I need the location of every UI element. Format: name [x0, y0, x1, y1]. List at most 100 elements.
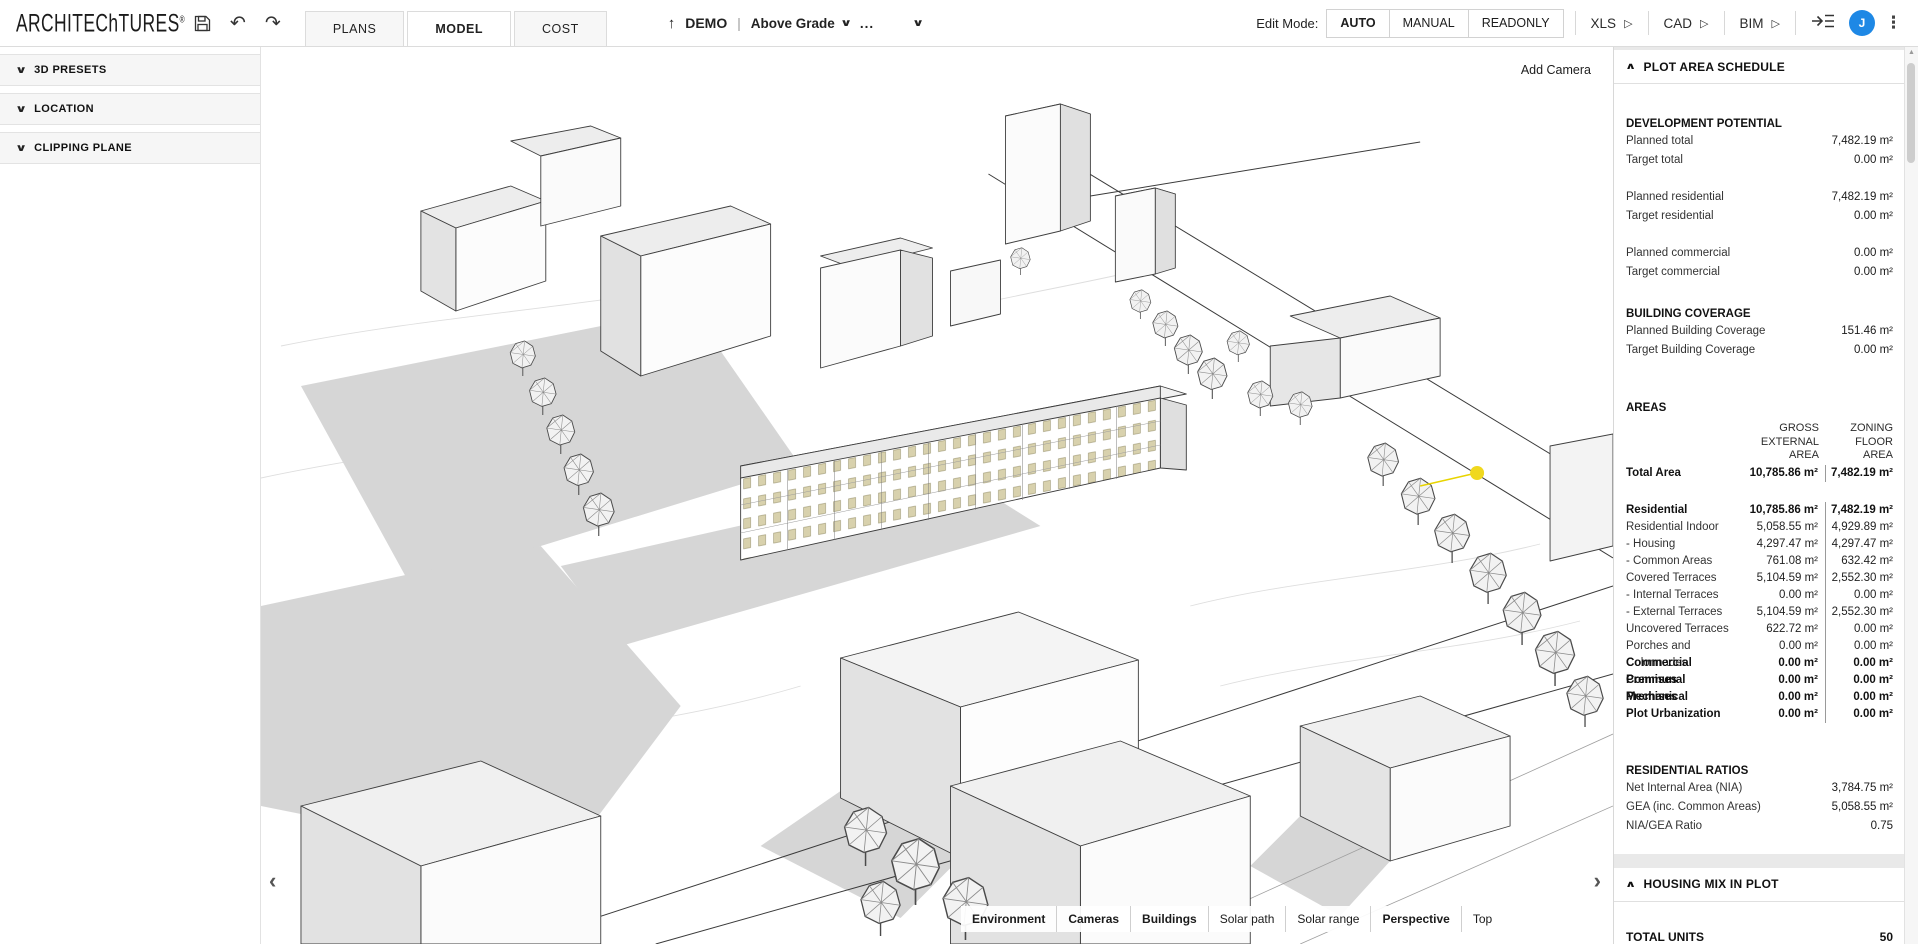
- chevron-down-icon: ∨: [15, 104, 27, 115]
- tab-plans[interactable]: PLANS: [305, 11, 405, 46]
- sidebar-item-clipping-plane[interactable]: ∨ CLIPPING PLANE: [0, 132, 260, 164]
- total-units-value: 50: [1880, 928, 1893, 944]
- project-ellipsis[interactable]: ...: [860, 16, 874, 31]
- areas-row: Covered Terraces 5,104.59 m² 2,552.30 m²: [1626, 570, 1893, 587]
- edit-mode-label: Edit Mode:: [1256, 16, 1318, 31]
- tab-top[interactable]: Top: [1461, 906, 1503, 932]
- tab-cost[interactable]: COST: [514, 11, 607, 46]
- tab-buildings[interactable]: Buildings: [1130, 906, 1208, 932]
- stat-value: 151.46 m²: [1841, 322, 1893, 341]
- add-camera-button[interactable]: Add Camera: [1521, 63, 1591, 77]
- area-gross: 5,058.55 m²: [1734, 519, 1818, 536]
- redo-icon[interactable]: ↷: [265, 14, 281, 33]
- app-logo: ARCHITEChTURES®: [16, 10, 184, 37]
- export-xls-button[interactable]: XLS ▷: [1587, 16, 1637, 31]
- chevron-down-icon: ∨: [15, 65, 27, 76]
- model-viewport[interactable]: Add Camera ‹ › Environment Cameras Build…: [260, 46, 1613, 944]
- stat-value: 3,784.75 m²: [1832, 779, 1893, 798]
- area-zoning: 4,929.89 m²: [1825, 519, 1893, 536]
- export-bim-label: BIM: [1740, 16, 1764, 31]
- canvas-prev-chevron[interactable]: ‹: [269, 870, 276, 892]
- tab-perspective[interactable]: Perspective: [1370, 906, 1460, 932]
- area-gross: 5,104.59 m²: [1734, 604, 1818, 621]
- tab-environment[interactable]: Environment: [961, 906, 1056, 932]
- section-title: DEVELOPMENT POTENTIAL: [1626, 116, 1893, 132]
- chevron-down-icon: ∨: [840, 18, 852, 29]
- area-gross: 0.00 m²: [1734, 655, 1818, 672]
- canvas-next-chevron[interactable]: ›: [1594, 870, 1601, 892]
- tab-solar-path[interactable]: Solar path: [1208, 906, 1286, 932]
- project-separator: |: [737, 16, 741, 31]
- undo-icon[interactable]: ↶: [230, 14, 246, 33]
- scroll-up-icon[interactable]: ▲: [1905, 49, 1918, 56]
- areas-table-header: GROSS EXTERNAL AREA ZONING FLOOR AREA: [1626, 422, 1893, 463]
- panel-title: HOUSING MIX IN PLOT: [1644, 877, 1779, 891]
- edit-mode-switch: AUTO MANUAL READONLY: [1327, 9, 1563, 38]
- edit-mode-readonly[interactable]: READONLY: [1468, 9, 1564, 38]
- export-cad-button[interactable]: CAD ▷: [1660, 16, 1713, 31]
- area-gross: 0.00 m²: [1734, 638, 1818, 655]
- panel-scrollbar[interactable]: ▲: [1904, 46, 1918, 944]
- chevron-down-icon[interactable]: ∨: [912, 18, 924, 29]
- area-zoning: 632.42 m²: [1825, 553, 1893, 570]
- top-bar-right: Edit Mode: AUTO MANUAL READONLY XLS ▷ CA…: [1256, 9, 1906, 38]
- section-title: AREAS: [1626, 400, 1893, 416]
- area-zoning: 0.00 m²: [1825, 706, 1893, 723]
- plot-area-panel: ∧ PLOT AREA SCHEDULE DEVELOPMENT POTENTI…: [1613, 46, 1905, 944]
- project-cluster: ↑ DEMO | Above Grade ∨ ... ∨: [668, 15, 923, 32]
- stat-row: Net Internal Area (NIA) 3,784.75 m²: [1626, 779, 1893, 798]
- save-icon[interactable]: [194, 15, 211, 32]
- stat-value: 0.75: [1871, 817, 1893, 836]
- chevron-down-icon: ∨: [15, 143, 27, 154]
- area-zoning: 7,482.19 m²: [1825, 465, 1893, 482]
- area-label: Covered Terraces: [1626, 570, 1734, 587]
- open-panel-icon[interactable]: [1811, 13, 1835, 34]
- upload-arrow-icon[interactable]: ↑: [668, 15, 676, 32]
- grade-selector[interactable]: Above Grade ∨: [751, 16, 850, 31]
- sidebar-item-location[interactable]: ∨ LOCATION: [0, 93, 260, 125]
- camera-marker[interactable]: [1420, 466, 1484, 486]
- housing-mix-header[interactable]: ∧ HOUSING MIX IN PLOT: [1614, 868, 1905, 902]
- area-label: Residential Indoor: [1626, 519, 1734, 536]
- areas-row: - External Terraces 5,104.59 m² 2,552.30…: [1626, 604, 1893, 621]
- stat-row: Target commercial 0.00 m²: [1626, 263, 1893, 282]
- edit-mode-auto[interactable]: AUTO: [1326, 9, 1389, 38]
- area-label: - Housing: [1626, 536, 1734, 553]
- stat-label: Target Building Coverage: [1626, 341, 1755, 360]
- project-name[interactable]: DEMO: [685, 15, 727, 31]
- area-zoning: 2,552.30 m²: [1825, 570, 1893, 587]
- 3d-scene: [261, 46, 1613, 944]
- areas-row: - Common Areas 761.08 m² 632.42 m²: [1626, 553, 1893, 570]
- overflow-menu-icon[interactable]: ⋮: [1885, 13, 1902, 33]
- stat-label: Planned commercial: [1626, 244, 1730, 263]
- stat-label: NIA/GEA Ratio: [1626, 817, 1702, 836]
- areas-row: Commercial Premises 0.00 m² 0.00 m²: [1626, 655, 1893, 672]
- areas-row: Plot Urbanization 0.00 m² 0.00 m²: [1626, 706, 1893, 723]
- total-units-row: TOTAL UNITS 50: [1626, 928, 1893, 944]
- user-avatar[interactable]: J: [1849, 10, 1875, 36]
- stat-value: 0.00 m²: [1854, 263, 1893, 282]
- stat-value: 0.00 m²: [1854, 244, 1893, 263]
- tab-model[interactable]: MODEL: [407, 11, 511, 46]
- sidebar-item-3d-presets[interactable]: ∨ 3D PRESETS: [0, 54, 260, 86]
- scrollbar-thumb[interactable]: [1907, 63, 1915, 163]
- sidebar-item-label: CLIPPING PLANE: [34, 142, 132, 154]
- panel-title: PLOT AREA SCHEDULE: [1644, 60, 1785, 74]
- stat-row: Planned commercial 0.00 m²: [1626, 244, 1893, 263]
- tab-cameras[interactable]: Cameras: [1056, 906, 1130, 932]
- areas-row: Porches and Colonnades 0.00 m² 0.00 m²: [1626, 638, 1893, 655]
- edit-mode-manual[interactable]: MANUAL: [1389, 9, 1469, 38]
- area-label: Commercial Premises: [1626, 655, 1734, 672]
- stat-value: 0.00 m²: [1854, 341, 1893, 360]
- divider: [1724, 11, 1725, 35]
- areas-row: Mechanical 0.00 m² 0.00 m²: [1626, 689, 1893, 706]
- plot-area-schedule-header[interactable]: ∧ PLOT AREA SCHEDULE: [1614, 50, 1905, 84]
- export-bim-button[interactable]: BIM ▷: [1736, 16, 1784, 31]
- stat-value: 0.00 m²: [1854, 151, 1893, 170]
- stat-label: Net Internal Area (NIA): [1626, 779, 1742, 798]
- tab-solar-range[interactable]: Solar range: [1285, 906, 1370, 932]
- stat-row: NIA/GEA Ratio 0.75: [1626, 817, 1893, 836]
- play-icon: ▷: [1772, 17, 1780, 30]
- top-bar: ARCHITEChTURES® ↶ ↷ PLANS MODEL COST ↑ D…: [0, 0, 1918, 47]
- areas-row: Residential 10,785.86 m² 7,482.19 m²: [1626, 502, 1893, 519]
